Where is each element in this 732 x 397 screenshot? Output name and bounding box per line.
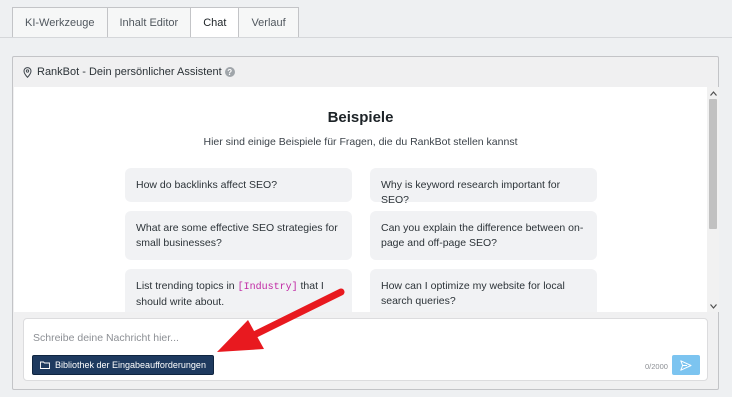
example-text: How do backlinks affect SEO? xyxy=(136,179,278,191)
example-card[interactable]: List trending topics in [Industry] that … xyxy=(125,269,352,312)
message-input[interactable] xyxy=(33,329,633,347)
examples-heading: Beispiele xyxy=(327,109,394,126)
example-card[interactable]: Why is keyword research important for SE… xyxy=(370,168,597,206)
tab-inhalt-editor[interactable]: Inhalt Editor xyxy=(106,7,191,38)
examples-subheading: Hier sind einige Beispiele für Fragen, d… xyxy=(203,136,518,148)
scrollbar-thumb[interactable] xyxy=(709,99,717,229)
example-card[interactable]: How can I optimize my website for local … xyxy=(370,269,597,312)
send-icon xyxy=(680,359,692,371)
example-card[interactable]: How do backlinks affect SEO? xyxy=(125,168,352,202)
prompt-library-label: Bibliothek der Eingabeaufforderungen xyxy=(55,360,206,370)
example-text: List trending topics in [Industry] that … xyxy=(136,280,324,308)
question-circle-icon[interactable]: ? xyxy=(224,67,235,77)
tab-divider xyxy=(0,37,732,38)
folder-icon xyxy=(40,361,50,369)
scroll-down-icon[interactable] xyxy=(707,300,719,312)
chat-panel: RankBot - Dein persönlicher Assistent ? … xyxy=(12,56,719,390)
panel-header: RankBot - Dein persönlicher Assistent ? xyxy=(23,66,235,78)
chat-scrollbar[interactable] xyxy=(707,87,719,312)
scroll-up-icon[interactable] xyxy=(707,87,719,99)
message-composer: Bibliothek der Eingabeaufforderungen 0/2… xyxy=(23,318,708,381)
prompt-library-button[interactable]: Bibliothek der Eingabeaufforderungen xyxy=(32,355,214,375)
industry-placeholder: [Industry] xyxy=(237,282,298,293)
example-card[interactable]: What are some effective SEO strategies f… xyxy=(125,211,352,260)
location-pin-icon xyxy=(23,66,32,78)
example-text: What are some effective SEO strategies f… xyxy=(136,222,338,249)
tab-ki-werkzeuge[interactable]: KI-Werkzeuge xyxy=(12,7,107,38)
chat-area: Beispiele Hier sind einige Beispiele für… xyxy=(14,87,719,312)
tab-chat[interactable]: Chat xyxy=(190,7,239,38)
example-text: How can I optimize my website for local … xyxy=(381,280,565,307)
tab-bar: KI-Werkzeuge Inhalt Editor Chat Verlauf xyxy=(12,7,299,38)
example-text: Can you explain the difference between o… xyxy=(381,222,584,249)
example-card[interactable]: Can you explain the difference between o… xyxy=(370,211,597,260)
example-text: Why is keyword research important for SE… xyxy=(381,179,561,206)
character-counter: 0/2000 xyxy=(645,362,668,371)
tab-verlauf[interactable]: Verlauf xyxy=(238,7,299,38)
panel-title: RankBot - Dein persönlicher Assistent xyxy=(37,66,222,78)
send-button[interactable] xyxy=(672,355,700,375)
